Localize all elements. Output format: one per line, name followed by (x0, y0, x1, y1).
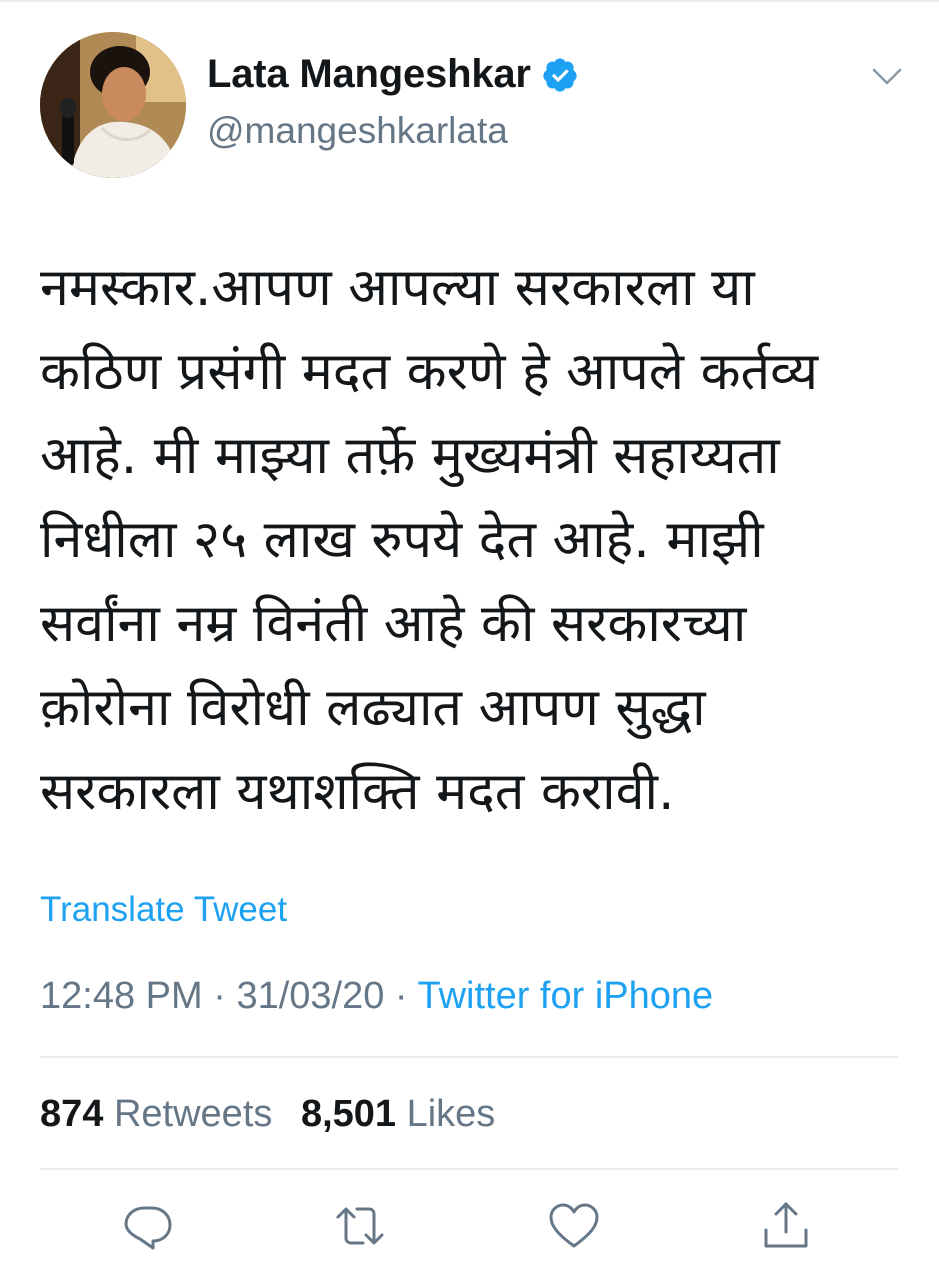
tweet-time: 12:48 PM (40, 975, 203, 1017)
display-name[interactable]: Lata Mangeshkar (207, 52, 531, 97)
avatar[interactable] (40, 32, 186, 178)
chevron-down-icon[interactable] (870, 62, 904, 90)
share-icon[interactable] (758, 1198, 814, 1254)
translate-tweet-link[interactable]: Translate Tweet (40, 890, 287, 930)
verified-badge-icon (541, 56, 579, 94)
likes-count: 8,501 (300, 1093, 397, 1135)
tweet-source-link[interactable]: Twitter for iPhone (417, 975, 713, 1017)
divider (40, 1056, 898, 1058)
meta-separator: · (213, 975, 226, 1017)
meta-separator: · (394, 975, 408, 1017)
retweet-icon[interactable] (332, 1198, 388, 1254)
retweets-label: Retweets (113, 1093, 273, 1135)
tweet-date: 31/03/20 (236, 975, 385, 1017)
likes-stat[interactable]: 8,501 Likes (301, 1093, 495, 1135)
author-name-row[interactable]: Lata Mangeshkar (207, 52, 579, 97)
likes-label: Likes (406, 1093, 496, 1135)
author-handle[interactable]: @mangeshkarlata (207, 110, 508, 152)
tweet-actions (0, 1198, 939, 1258)
tweet-meta: 12:48 PM · 31/03/20 · Twitter for iPhone (40, 975, 713, 1018)
divider (40, 1168, 898, 1170)
tweet-text: नमस्कार.आपण आपल्या सरकारला या कठिण प्रसं… (40, 258, 819, 822)
tweet-stats: 874 Retweets 8,501 Likes (40, 1093, 495, 1136)
retweets-count: 874 (40, 1093, 104, 1135)
retweets-stat[interactable]: 874 Retweets (40, 1093, 272, 1135)
top-divider (0, 0, 939, 2)
like-icon[interactable] (546, 1198, 602, 1254)
reply-icon[interactable] (120, 1198, 176, 1254)
